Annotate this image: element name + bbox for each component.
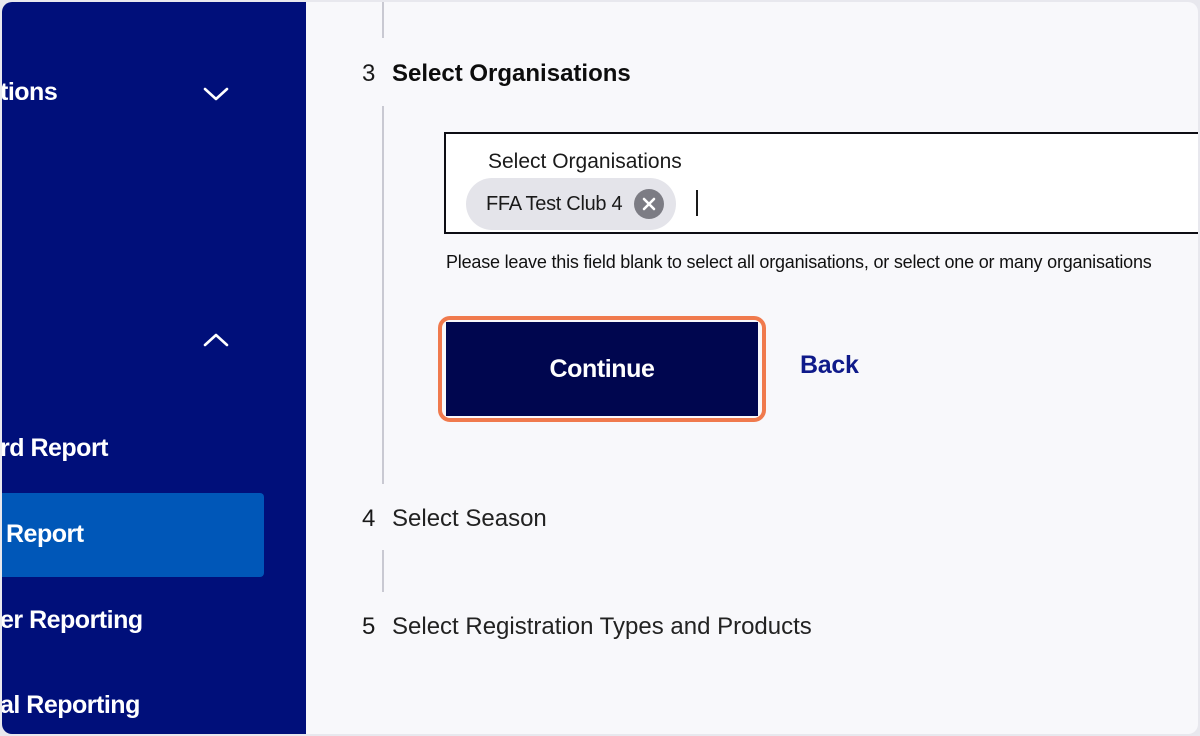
organisations-select[interactable]: Select Organisations FFA Test Club 4 [444,132,1198,234]
step-connector [382,106,384,484]
text-cursor [696,190,698,216]
sidebar-item-report[interactable]: Report [2,493,264,577]
chevron-down-icon[interactable] [201,84,231,104]
sidebar-item-label[interactable]: er Reporting [2,606,143,635]
sidebar-item-label[interactable]: tions [2,78,58,107]
step-number: 5 [362,613,376,640]
step-title: Select Season [392,505,547,532]
sidebar-item-label[interactable]: al Reporting [2,691,140,720]
step-select-registration-types[interactable]: 5 Select Registration Types and Products [362,613,812,641]
chevron-up-icon[interactable] [201,330,231,350]
step-connector [382,2,384,38]
step-title: Select Registration Types and Products [392,613,812,640]
close-icon[interactable] [634,189,665,219]
step-title: Select Organisations [392,60,631,87]
continue-button[interactable]: Continue [446,322,758,416]
back-link[interactable]: Back [800,351,859,380]
step-number: 3 [362,60,376,87]
selected-chip: FFA Test Club 4 [466,178,677,230]
sidebar-item-label: Report [6,520,84,548]
app-window: tions rd Report Report er Reporting al R… [2,2,1198,734]
sidebar-item-label[interactable]: rd Report [2,434,109,463]
sidebar: tions rd Report Report er Reporting al R… [2,2,306,734]
step-connector [382,550,384,592]
report-wizard: 3 Select Organisations Select Organisatio… [306,2,1198,734]
field-help-text: Please leave this field blank to select … [446,252,1152,272]
step-select-season[interactable]: 4 Select Season [362,505,547,533]
field-label: Select Organisations [488,150,682,173]
chip-label: FFA Test Club 4 [486,192,623,215]
step-select-organisations: 3 Select Organisations [362,60,631,88]
step-number: 4 [362,505,376,532]
